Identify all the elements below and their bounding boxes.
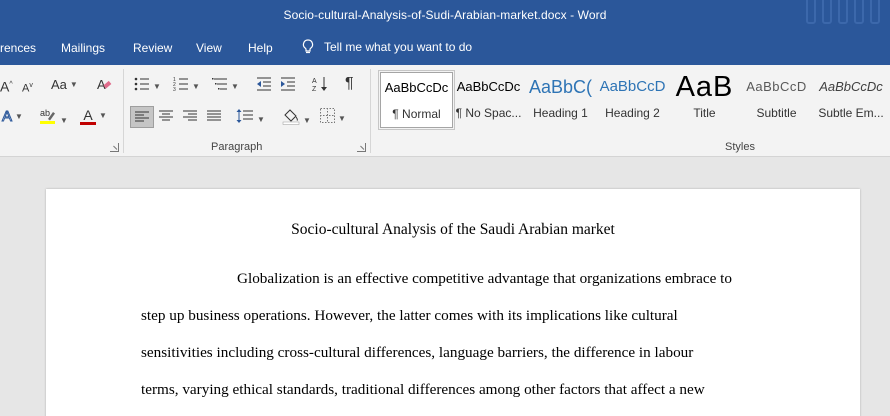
line-spacing-button[interactable]: ▼ (236, 108, 265, 128)
borders-icon (320, 108, 335, 123)
tell-me-label: Tell me what you want to do (324, 40, 473, 54)
borders-button[interactable]: ▼ (320, 108, 346, 127)
highlighter-icon: ab (40, 108, 55, 124)
svg-text:Z: Z (312, 86, 317, 92)
styles-group-label: Styles (725, 141, 755, 153)
tab-help[interactable]: Help (248, 41, 273, 55)
show-hide-marks-button[interactable]: ¶ (345, 76, 354, 92)
center-button[interactable] (159, 109, 173, 127)
bullets-button[interactable]: ▼ (134, 77, 161, 95)
paragraph-line: Globalization is an effective competitiv… (237, 270, 732, 287)
title-bar-decoration (800, 0, 890, 33)
style-normal[interactable]: AaBbCcDc ¶ Normal (378, 70, 455, 130)
change-case-button[interactable]: Aa ▼ (51, 77, 78, 93)
bullets-icon (134, 77, 149, 91)
tab-mailings[interactable]: Mailings (61, 41, 105, 55)
align-center-icon (159, 110, 173, 121)
paragraph-line: sensitivities including cross-cultural d… (141, 344, 694, 361)
style-title[interactable]: AaB Title (668, 72, 741, 128)
document-page[interactable]: Socio-cultural Analysis of the Saudi Ara… (46, 189, 860, 416)
multilevel-list-icon (212, 78, 227, 90)
sort-icon: AZ (312, 77, 327, 93)
ribbon-home: A^ Av Aa ▼ A A ▼ ab ▼ A ▼ ▼ 1 2 3 ▼ ▼ AZ ¶ (0, 65, 890, 157)
paragraph-line: terms, varying ethical standards, tradit… (141, 381, 705, 398)
paragraph-group-label: Paragraph (211, 141, 263, 153)
align-right-button[interactable] (183, 109, 197, 127)
clear-formatting-icon: A (97, 77, 112, 92)
body-paragraph: Globalization is an effective competitiv… (141, 269, 781, 416)
justify-icon (207, 110, 221, 121)
decrease-indent-icon (257, 77, 271, 91)
align-left-icon (135, 111, 149, 122)
line-spacing-icon (236, 109, 253, 123)
title-bar: Socio-cultural-Analysis-of-Sudi-Arabian-… (0, 0, 890, 33)
group-separator (370, 69, 371, 153)
grow-font-button[interactable]: A^ (0, 77, 13, 95)
increase-indent-icon (281, 77, 295, 91)
svg-text:ab: ab (40, 108, 50, 118)
window-title: Socio-cultural-Analysis-of-Sudi-Arabian-… (283, 8, 607, 22)
text-effects-button[interactable]: A ▼ (1, 108, 22, 125)
shrink-font-button[interactable]: Av (22, 78, 33, 97)
document-canvas[interactable]: Socio-cultural Analysis of the Saudi Ara… (0, 157, 890, 416)
tab-view[interactable]: View (196, 41, 222, 55)
align-left-button[interactable] (130, 106, 154, 128)
tab-review[interactable]: Review (133, 41, 172, 55)
ribbon-tabs: rences Mailings Review View Help Tell me… (0, 33, 890, 65)
svg-text:3: 3 (173, 87, 176, 91)
svg-text:A: A (312, 78, 317, 85)
sort-button[interactable]: AZ (312, 76, 328, 96)
shading-button[interactable]: ▼ (282, 107, 311, 129)
lightbulb-icon (302, 39, 314, 54)
style-heading-2[interactable]: AaBbCcD Heading 2 (596, 72, 669, 128)
style-subtle-emphasis[interactable]: AaBbCcDc Subtle Em... (812, 72, 890, 128)
numbering-button[interactable]: 1 2 3 ▼ (173, 77, 200, 95)
style-heading-1[interactable]: AaBbC( Heading 1 (524, 72, 597, 128)
increase-indent-button[interactable] (280, 77, 296, 95)
decrease-indent-button[interactable] (256, 77, 272, 95)
justify-button[interactable] (207, 109, 221, 127)
highlight-color-button[interactable]: ab ▼ (39, 107, 68, 129)
font-dialog-launcher[interactable] (110, 143, 119, 152)
style-subtitle[interactable]: AaBbCcD Subtitle (740, 72, 813, 128)
tab-references[interactable]: rences (0, 41, 36, 55)
multilevel-list-button[interactable]: ▼ (212, 77, 239, 95)
font-color-button[interactable]: A ▼ (80, 108, 107, 125)
document-title: Socio-cultural Analysis of the Saudi Ara… (291, 221, 615, 238)
style-no-spacing[interactable]: AaBbCcDc ¶ No Spac... (452, 72, 525, 128)
numbering-icon: 123 (173, 77, 188, 93)
clear-formatting-button[interactable]: A (96, 76, 112, 96)
tell-me-search[interactable]: Tell me what you want to do (302, 39, 472, 55)
align-right-icon (183, 110, 197, 121)
paint-bucket-icon (282, 109, 300, 125)
paragraph-dialog-launcher[interactable] (357, 143, 366, 152)
group-separator (123, 69, 124, 153)
paragraph-line: step up business operations. However, th… (141, 307, 678, 324)
